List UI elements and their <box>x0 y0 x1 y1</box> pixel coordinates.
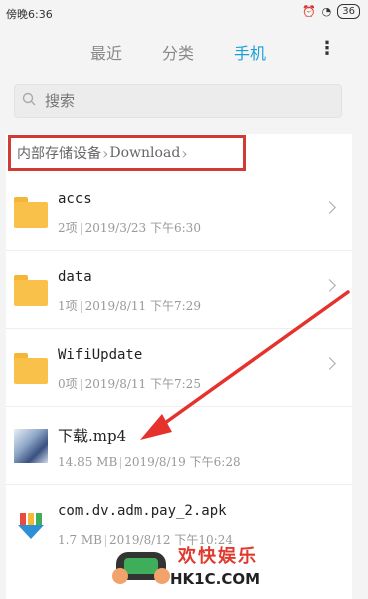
breadcrumb-current[interactable]: Download <box>109 145 180 161</box>
chevron-right-icon <box>323 357 336 370</box>
folder-icon <box>14 197 48 231</box>
file-name: accs <box>58 191 92 207</box>
tab-recent[interactable]: 最近 <box>90 40 122 64</box>
search-bar[interactable] <box>14 84 342 118</box>
file-meta: 1项 2019/8/11 下午7:29 <box>58 299 201 313</box>
folder-icon <box>14 275 48 309</box>
video-thumbnail <box>14 429 48 463</box>
list-item-folder[interactable]: data 1项 2019/8/11 下午7:29 <box>6 251 352 329</box>
top-tab-bar: 最近 分类 手机 ⋮ <box>0 28 368 74</box>
file-name: 下载.mp4 <box>58 427 127 445</box>
download-app-icon <box>18 513 44 539</box>
breadcrumb-chevron-icon: › <box>102 143 109 163</box>
gamepad-logo-icon <box>112 552 170 584</box>
folder-icon <box>14 353 48 387</box>
alarm-icon: ⏰ <box>301 5 316 18</box>
list-item-video[interactable]: 下载.mp4 14.85 MB 2019/8/19 下午6:28 <box>6 407 352 485</box>
breadcrumb-chevron-icon: › <box>181 143 188 163</box>
list-item-folder[interactable]: accs 2项 2019/3/23 下午6:30 <box>6 173 352 251</box>
list-item-folder[interactable]: WifiUpdate 0项 2019/8/11 下午7:25 <box>6 329 352 407</box>
battery-icon: 36 <box>337 4 360 19</box>
file-meta: 2项 2019/3/23 下午6:30 <box>58 221 201 235</box>
breadcrumb-root[interactable]: 内部存储设备 <box>17 143 101 163</box>
file-name: WifiUpdate <box>58 347 143 363</box>
status-time: 傍晚6:36 <box>6 8 53 21</box>
chevron-right-icon <box>323 279 336 292</box>
breadcrumb: 内部存储设备 › Download › <box>8 135 246 171</box>
file-meta: 0项 2019/8/11 下午7:25 <box>58 377 201 391</box>
status-bar: 傍晚6:36 ⏰ ◔ 36 <box>0 0 368 28</box>
search-input[interactable] <box>45 89 325 113</box>
watermark-text: 欢快娱乐 <box>178 546 258 567</box>
watermark-url: HK1C.COM <box>170 570 261 588</box>
status-icons: ⏰ ◔ 36 <box>302 4 360 19</box>
tab-phone[interactable]: 手机 <box>234 40 266 64</box>
file-name: com.dv.adm.pay_2.apk <box>58 503 227 519</box>
tab-category[interactable]: 分类 <box>162 40 194 64</box>
watermark: 欢快娱乐 HK1C.COM <box>108 536 268 599</box>
wifi-icon: ◔ <box>321 5 332 18</box>
search-icon <box>22 92 36 106</box>
more-menu-icon[interactable]: ⋮ <box>318 38 336 59</box>
file-meta: 14.85 MB 2019/8/19 下午6:28 <box>58 455 241 469</box>
chevron-right-icon <box>323 201 336 214</box>
file-name: data <box>58 269 92 285</box>
